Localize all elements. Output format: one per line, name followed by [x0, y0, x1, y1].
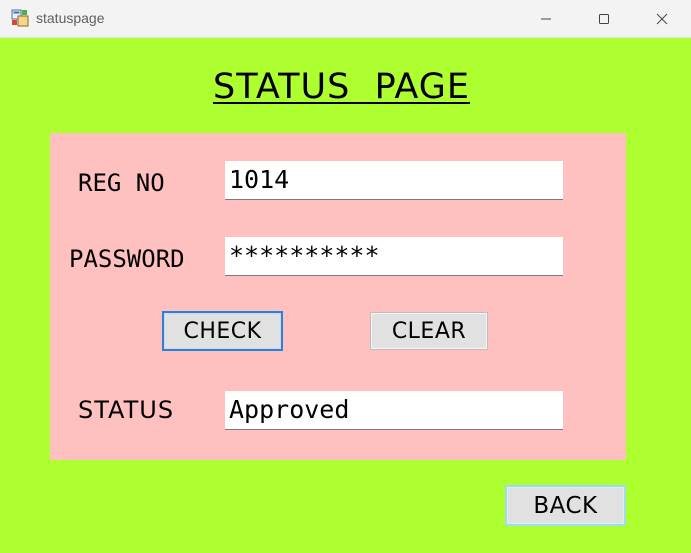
title-bar: statuspage: [0, 0, 691, 38]
clear-button[interactable]: CLEAR: [370, 312, 488, 350]
minimize-icon: [540, 13, 552, 25]
minimize-button[interactable]: [517, 0, 575, 37]
reg-no-input[interactable]: 1014: [225, 161, 563, 200]
status-label: STATUS: [78, 396, 175, 424]
password-input[interactable]: **********: [225, 237, 563, 276]
close-button[interactable]: [633, 0, 691, 37]
page-title: STATUS PAGE: [213, 67, 470, 107]
statuspage-window: statuspage STATUS PAGE REG NO 1014 PASSW…: [0, 0, 691, 553]
window-title: statuspage: [36, 10, 105, 26]
back-button[interactable]: BACK: [505, 485, 626, 526]
form-app-icon: [11, 9, 29, 27]
status-output-field[interactable]: Approved: [225, 391, 563, 430]
password-label: PASSWORD: [69, 245, 185, 273]
maximize-icon: [598, 13, 610, 25]
maximize-button[interactable]: [575, 0, 633, 37]
close-icon: [656, 13, 668, 25]
reg-no-label: REG NO: [78, 169, 165, 197]
check-button[interactable]: CHECK: [162, 311, 283, 351]
